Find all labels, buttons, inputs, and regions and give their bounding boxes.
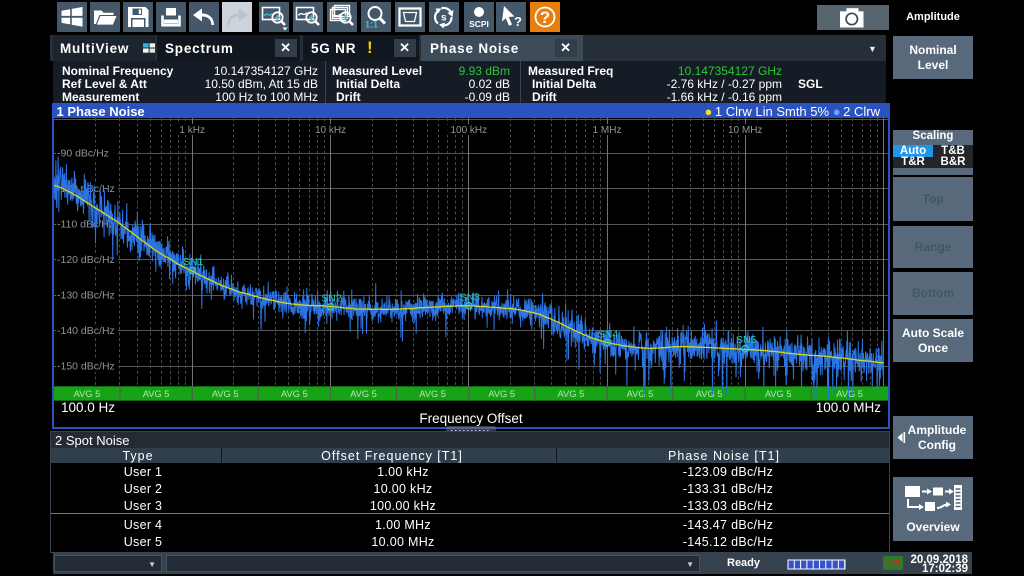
- svg-text:-120 dBc/Hz: -120 dBc/Hz: [57, 254, 115, 266]
- svg-text:-140 dBc/Hz: -140 dBc/Hz: [57, 325, 115, 337]
- svg-text:AVG 5: AVG 5: [558, 389, 585, 399]
- svg-text:SN4: SN4: [598, 328, 619, 340]
- svg-text:SCPI: SCPI: [469, 19, 489, 29]
- svg-text:AVG 5: AVG 5: [143, 389, 170, 399]
- svg-text:AVG 5: AVG 5: [488, 389, 515, 399]
- svg-text:SN2: SN2: [321, 292, 342, 304]
- svg-text:AVG 5: AVG 5: [419, 389, 446, 399]
- svg-text:1 kHz: 1 kHz: [179, 125, 205, 136]
- svg-text:10 kHz: 10 kHz: [315, 125, 346, 136]
- svg-text:AVG 5: AVG 5: [836, 389, 863, 399]
- svg-text:-150 dBc/Hz: -150 dBc/Hz: [57, 361, 115, 373]
- svg-text:-130 dBc/Hz: -130 dBc/Hz: [57, 290, 115, 302]
- svg-text:1:1: 1:1: [365, 20, 378, 30]
- svg-text:SN5: SN5: [736, 334, 757, 346]
- svg-text:AVG 5: AVG 5: [212, 389, 239, 399]
- svg-text:100 kHz: 100 kHz: [450, 125, 487, 136]
- svg-text:SN1: SN1: [183, 256, 204, 268]
- svg-text:-90 dBc/Hz: -90 dBc/Hz: [57, 148, 109, 160]
- svg-text:AVG 5: AVG 5: [696, 389, 723, 399]
- svg-text:AVG 5: AVG 5: [281, 389, 308, 399]
- svg-text:1 MHz: 1 MHz: [593, 125, 622, 136]
- svg-text:SN3: SN3: [460, 291, 481, 303]
- svg-text:AVG 5: AVG 5: [74, 389, 101, 399]
- svg-text:AVG 5: AVG 5: [765, 389, 792, 399]
- svg-text:AVG 5: AVG 5: [627, 389, 654, 399]
- svg-text:s: s: [441, 13, 447, 24]
- svg-text:?: ?: [540, 8, 550, 27]
- svg-text:?: ?: [514, 14, 522, 29]
- svg-text:AVG 5: AVG 5: [350, 389, 377, 399]
- svg-text:10 MHz: 10 MHz: [728, 125, 762, 136]
